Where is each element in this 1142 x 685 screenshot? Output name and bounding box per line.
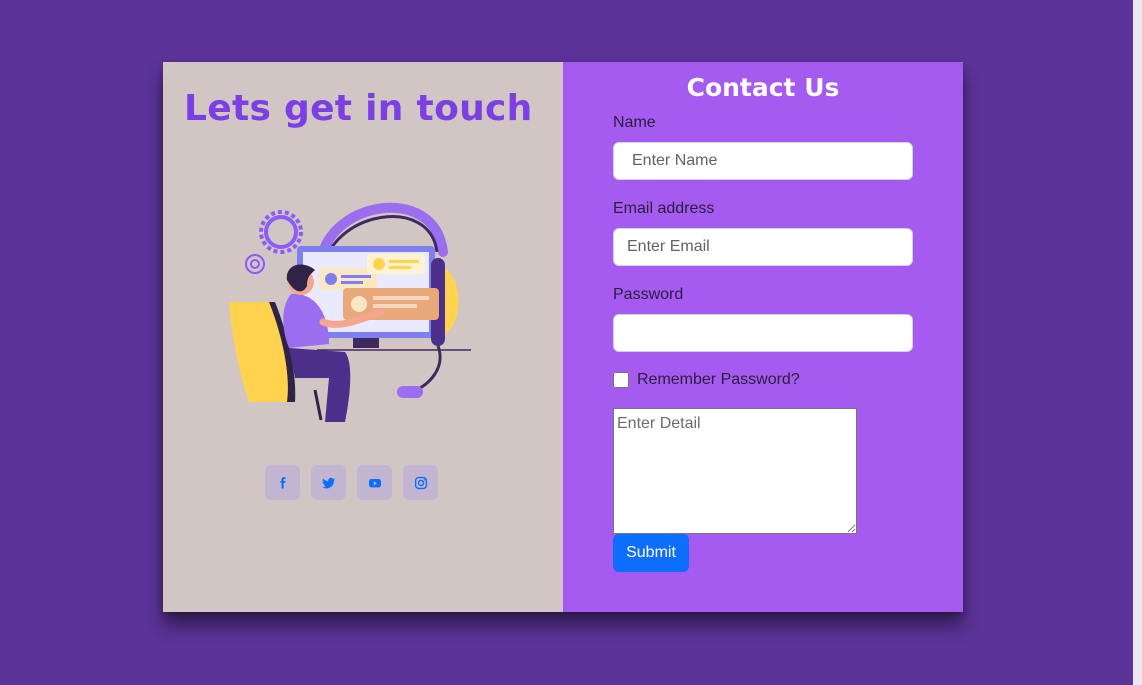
twitter-icon	[322, 477, 335, 488]
facebook-icon	[279, 476, 285, 489]
twitter-button[interactable]	[311, 465, 346, 500]
name-input[interactable]	[613, 142, 913, 180]
contact-card: Lets get in touch Contact Us Name Enter …	[163, 62, 963, 612]
instagram-button[interactable]	[403, 465, 438, 500]
left-panel: Lets get in touch	[163, 62, 563, 612]
page-scrollbar-track[interactable]	[1133, 0, 1142, 685]
detail-textarea[interactable]	[613, 408, 857, 534]
social-links	[265, 465, 438, 500]
form-title: Contact Us	[686, 73, 840, 102]
remember-password-row: Remember Password?	[613, 371, 800, 389]
password-label: Password	[613, 286, 684, 303]
remember-password-checkbox[interactable]	[613, 372, 629, 388]
youtube-button[interactable]	[357, 465, 392, 500]
email-label: Email address	[613, 200, 715, 217]
submit-button[interactable]: Submit	[613, 534, 689, 572]
remember-password-label[interactable]: Remember Password?	[637, 371, 800, 389]
instagram-icon	[414, 476, 427, 489]
name-label: Name	[613, 114, 656, 131]
gear-icon	[259, 210, 303, 254]
small-gear-icon	[245, 254, 265, 274]
contact-form-panel: Contact Us Name Email address Password R…	[563, 62, 963, 612]
left-heading: Lets get in touch	[184, 88, 533, 129]
support-agent-illustration	[229, 202, 471, 422]
email-input[interactable]	[613, 228, 913, 266]
youtube-icon	[368, 478, 381, 487]
password-input[interactable]	[613, 314, 913, 352]
facebook-button[interactable]	[265, 465, 300, 500]
